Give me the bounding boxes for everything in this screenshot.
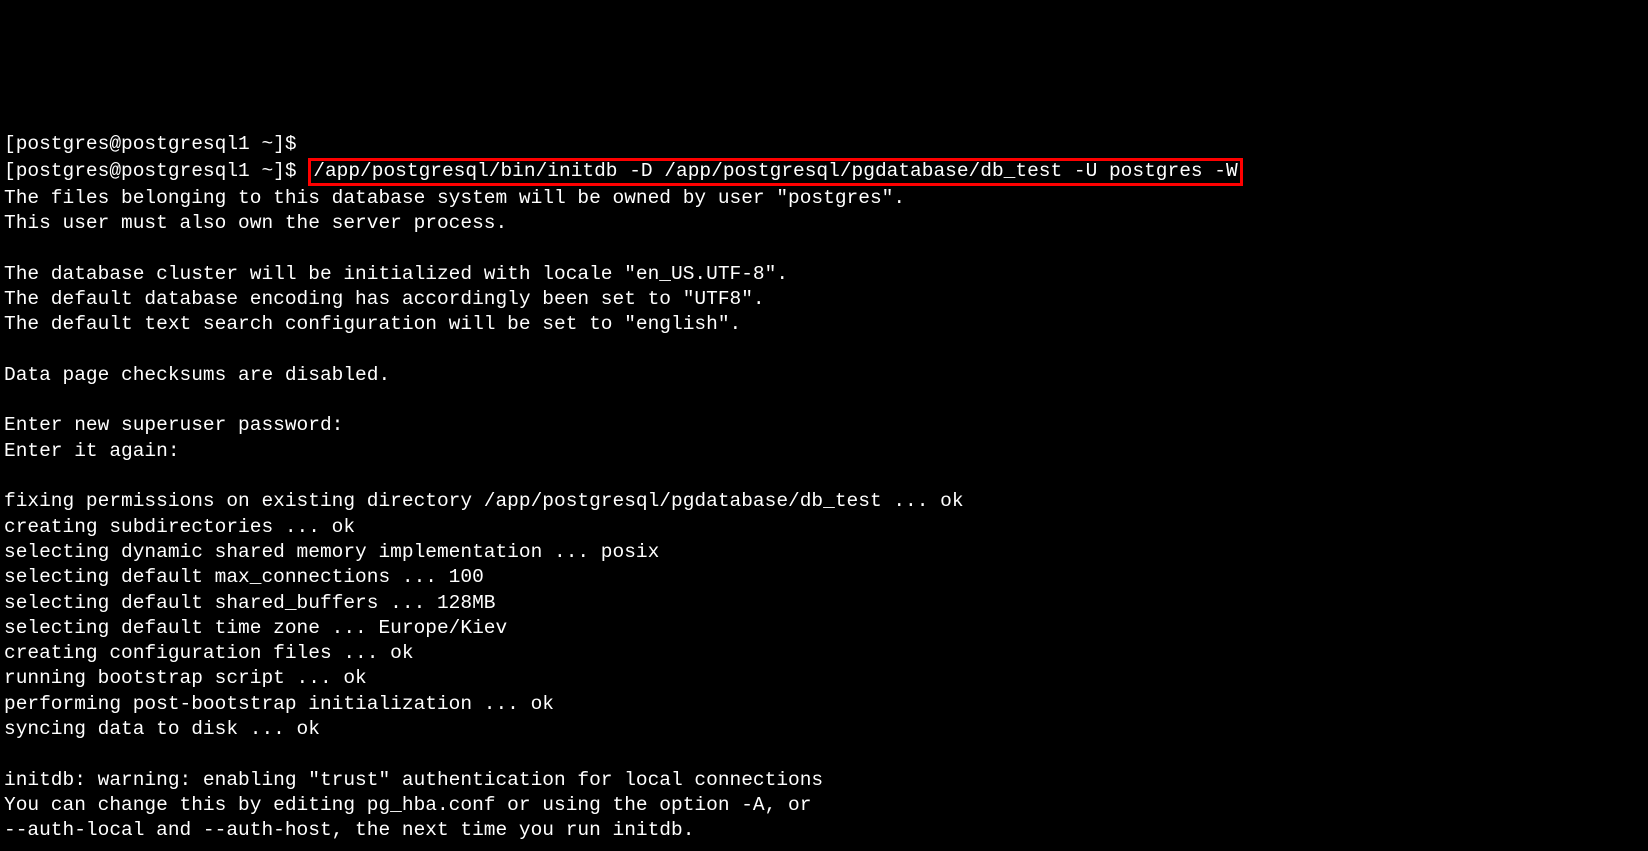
- output-line: Enter it again:: [4, 440, 180, 462]
- output-line: --auth-local and --auth-host, the next t…: [4, 819, 694, 841]
- output-line: performing post-bootstrap initialization…: [4, 693, 554, 715]
- output-line: selecting dynamic shared memory implemen…: [4, 541, 659, 563]
- output-line: This user must also own the server proce…: [4, 212, 507, 234]
- shell-prompt: [postgres@postgresql1 ~]$: [4, 160, 308, 182]
- output-line: The default text search configuration wi…: [4, 313, 741, 335]
- output-line: creating configuration files ... ok: [4, 642, 414, 664]
- highlighted-command: /app/postgresql/bin/initdb -D /app/postg…: [308, 158, 1242, 186]
- output-line: You can change this by editing pg_hba.co…: [4, 794, 811, 816]
- output-line: selecting default shared_buffers ... 128…: [4, 592, 495, 614]
- terminal-output[interactable]: [postgres@postgresql1 ~]$ [postgres@post…: [0, 126, 1648, 851]
- output-line: The default database encoding has accord…: [4, 288, 765, 310]
- output-line: syncing data to disk ... ok: [4, 718, 320, 740]
- output-line: Data page checksums are disabled.: [4, 364, 390, 386]
- output-line: Enter new superuser password:: [4, 414, 343, 436]
- shell-prompt: [postgres@postgresql1 ~]$: [4, 133, 297, 155]
- output-line: initdb: warning: enabling "trust" authen…: [4, 769, 823, 791]
- output-line: running bootstrap script ... ok: [4, 667, 367, 689]
- output-line: creating subdirectories ... ok: [4, 516, 355, 538]
- output-line: selecting default max_connections ... 10…: [4, 566, 484, 588]
- output-line: The database cluster will be initialized…: [4, 263, 788, 285]
- output-line: selecting default time zone ... Europe/K…: [4, 617, 507, 639]
- output-line: fixing permissions on existing directory…: [4, 490, 964, 512]
- output-line: The files belonging to this database sys…: [4, 187, 905, 209]
